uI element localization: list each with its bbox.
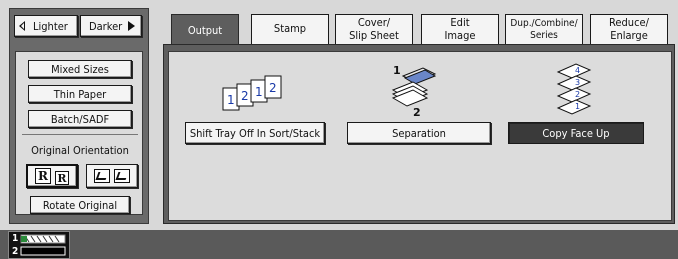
mixed-sizes-button[interactable]: Mixed Sizes (28, 60, 132, 78)
batch-sadf-button[interactable]: Batch/SADF (28, 110, 132, 128)
shift-tray-stack-icon: 1 2 1 2 (222, 75, 282, 111)
tab-cover-slip-sheet[interactable]: Cover/ Slip Sheet (335, 14, 413, 44)
letter-r-small-icon: R (55, 171, 69, 185)
svg-text:1: 1 (393, 64, 401, 77)
svg-text:2: 2 (575, 90, 580, 99)
copy-face-up-icon: 4 3 2 1 (556, 63, 592, 115)
svg-text:1: 1 (255, 85, 263, 99)
tab-stamp[interactable]: Stamp (251, 14, 329, 44)
paper-tray-indicator: 1 2 (8, 231, 70, 259)
tray-number-1: 1 (12, 233, 19, 244)
darker-label: Darker (89, 19, 123, 33)
darker-button[interactable]: Darker (80, 15, 142, 37)
rotated-original-small-icon (114, 169, 130, 183)
tray-number-2: 2 (12, 246, 19, 257)
svg-text:2: 2 (269, 81, 277, 95)
lighter-button[interactable]: Lighter (14, 15, 78, 37)
tab-edit-image[interactable]: Edit Image (421, 14, 499, 44)
svg-text:2: 2 (413, 106, 421, 116)
shift-tray-off-button[interactable]: Shift Tray Off In Sort/Stack (185, 122, 325, 144)
rotate-original-button[interactable]: Rotate Original (30, 196, 130, 214)
separation-button[interactable]: Separation (347, 122, 491, 144)
letter-r-icon: R (35, 168, 51, 184)
svg-text:1: 1 (227, 93, 235, 107)
output-panel: 1 2 1 2 1 2 4 3 2 1 Shift Tray Off In So… (163, 44, 675, 224)
orientation-unreadable-button[interactable] (86, 164, 138, 188)
original-settings-box: Mixed Sizes Thin Paper Batch/SADF Origin… (15, 51, 143, 215)
left-panel: Lighter Darker Mixed Sizes Thin Paper Ba… (9, 8, 149, 224)
svg-text:1: 1 (575, 102, 580, 111)
svg-text:2: 2 (241, 89, 249, 103)
thin-paper-button[interactable]: Thin Paper (28, 85, 132, 103)
tab-reduce-enlarge[interactable]: Reduce/ Enlarge (590, 14, 668, 44)
separation-icon: 1 2 (391, 64, 437, 116)
orientation-label: Original Orientation (31, 144, 129, 157)
svg-text:3: 3 (575, 78, 580, 87)
copier-screen: Lighter Darker Mixed Sizes Thin Paper Ba… (0, 0, 678, 259)
orientation-readable-button[interactable]: R R (26, 164, 78, 188)
svg-text:4: 4 (575, 66, 580, 75)
tab-output[interactable]: Output (171, 14, 239, 47)
darker-arrow-icon (128, 21, 136, 31)
output-options-area: 1 2 1 2 1 2 4 3 2 1 Shift Tray Off In So… (168, 51, 672, 221)
divider (22, 134, 138, 135)
tray-graphic-icon (20, 234, 66, 256)
copy-face-up-button[interactable]: Copy Face Up (508, 122, 644, 144)
lighter-arrow-icon (19, 21, 27, 31)
lighter-label: Lighter (33, 19, 68, 33)
status-bar: 1 2 (0, 230, 678, 259)
tab-dup-combine-series[interactable]: Dup./Combine/ Series (505, 14, 583, 44)
rotated-original-icon (94, 169, 110, 183)
